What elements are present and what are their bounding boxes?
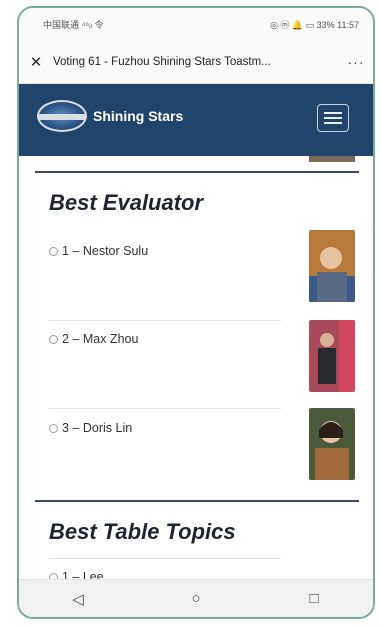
candidate-photo: [309, 408, 355, 480]
site-header: Shining Stars: [19, 84, 373, 156]
battery-time-text: ◎ ⓜ 🔔 ▭ 33% 11:57: [270, 19, 359, 30]
android-nav-bar: ◁ ○ □: [19, 579, 373, 617]
row-separator: [49, 320, 281, 321]
section-title-best-evaluator: Best Evaluator: [49, 190, 204, 215]
candidate-photo-partial: [309, 156, 355, 162]
toastmasters-logo[interactable]: [37, 100, 87, 132]
row-separator: [49, 408, 281, 409]
candidate-label: 2 – Max Zhou: [62, 332, 139, 346]
candidate-option[interactable]: 3 – Doris Lin: [49, 421, 132, 435]
back-icon[interactable]: ◁: [58, 590, 98, 608]
status-bar: 中国联通 ⁴⁶ᵢₗ 令 ◎ ⓜ 🔔 ▭ 33% 11:57: [19, 8, 373, 40]
home-icon[interactable]: ○: [176, 590, 216, 607]
radio-button[interactable]: [49, 334, 58, 344]
menu-line: [324, 112, 342, 114]
candidate-photo: [309, 320, 355, 392]
candidate-option[interactable]: 2 – Max Zhou: [49, 332, 138, 346]
menu-line: [324, 117, 342, 119]
section-title-best-table-topics: Best Table Topics: [49, 519, 236, 544]
radio-button[interactable]: [49, 423, 58, 433]
page-title: Voting 61 - Fuzhou Shining Stars Toastm.…: [53, 55, 271, 68]
logo-band: [39, 114, 85, 120]
candidate-label: 1 – Nestor Sulu: [62, 244, 149, 258]
site-name[interactable]: Shining Stars: [93, 108, 183, 124]
candidate-label: 3 – Doris Lin: [62, 421, 133, 435]
section-divider: [35, 171, 359, 173]
row-separator: [49, 558, 281, 559]
hamburger-menu-icon[interactable]: [317, 104, 349, 132]
section-divider: [35, 500, 359, 502]
more-options-icon[interactable]: ···: [339, 54, 373, 70]
recent-apps-icon[interactable]: □: [294, 590, 334, 607]
close-icon[interactable]: ✕: [19, 53, 53, 71]
candidate-option[interactable]: 1 – Nestor Sulu: [49, 244, 148, 258]
phone-screen: 中国联通 ⁴⁶ᵢₗ 令 ◎ ⓜ 🔔 ▭ 33% 11:57 ✕ Voting 6…: [17, 6, 375, 619]
candidate-photo: [309, 230, 355, 302]
browser-title-bar: ✕ Voting 61 - Fuzhou Shining Stars Toast…: [19, 40, 373, 84]
menu-line: [324, 122, 342, 124]
radio-button[interactable]: [49, 246, 58, 256]
carrier-signal-text: 中国联通 ⁴⁶ᵢₗ 令: [43, 19, 104, 30]
